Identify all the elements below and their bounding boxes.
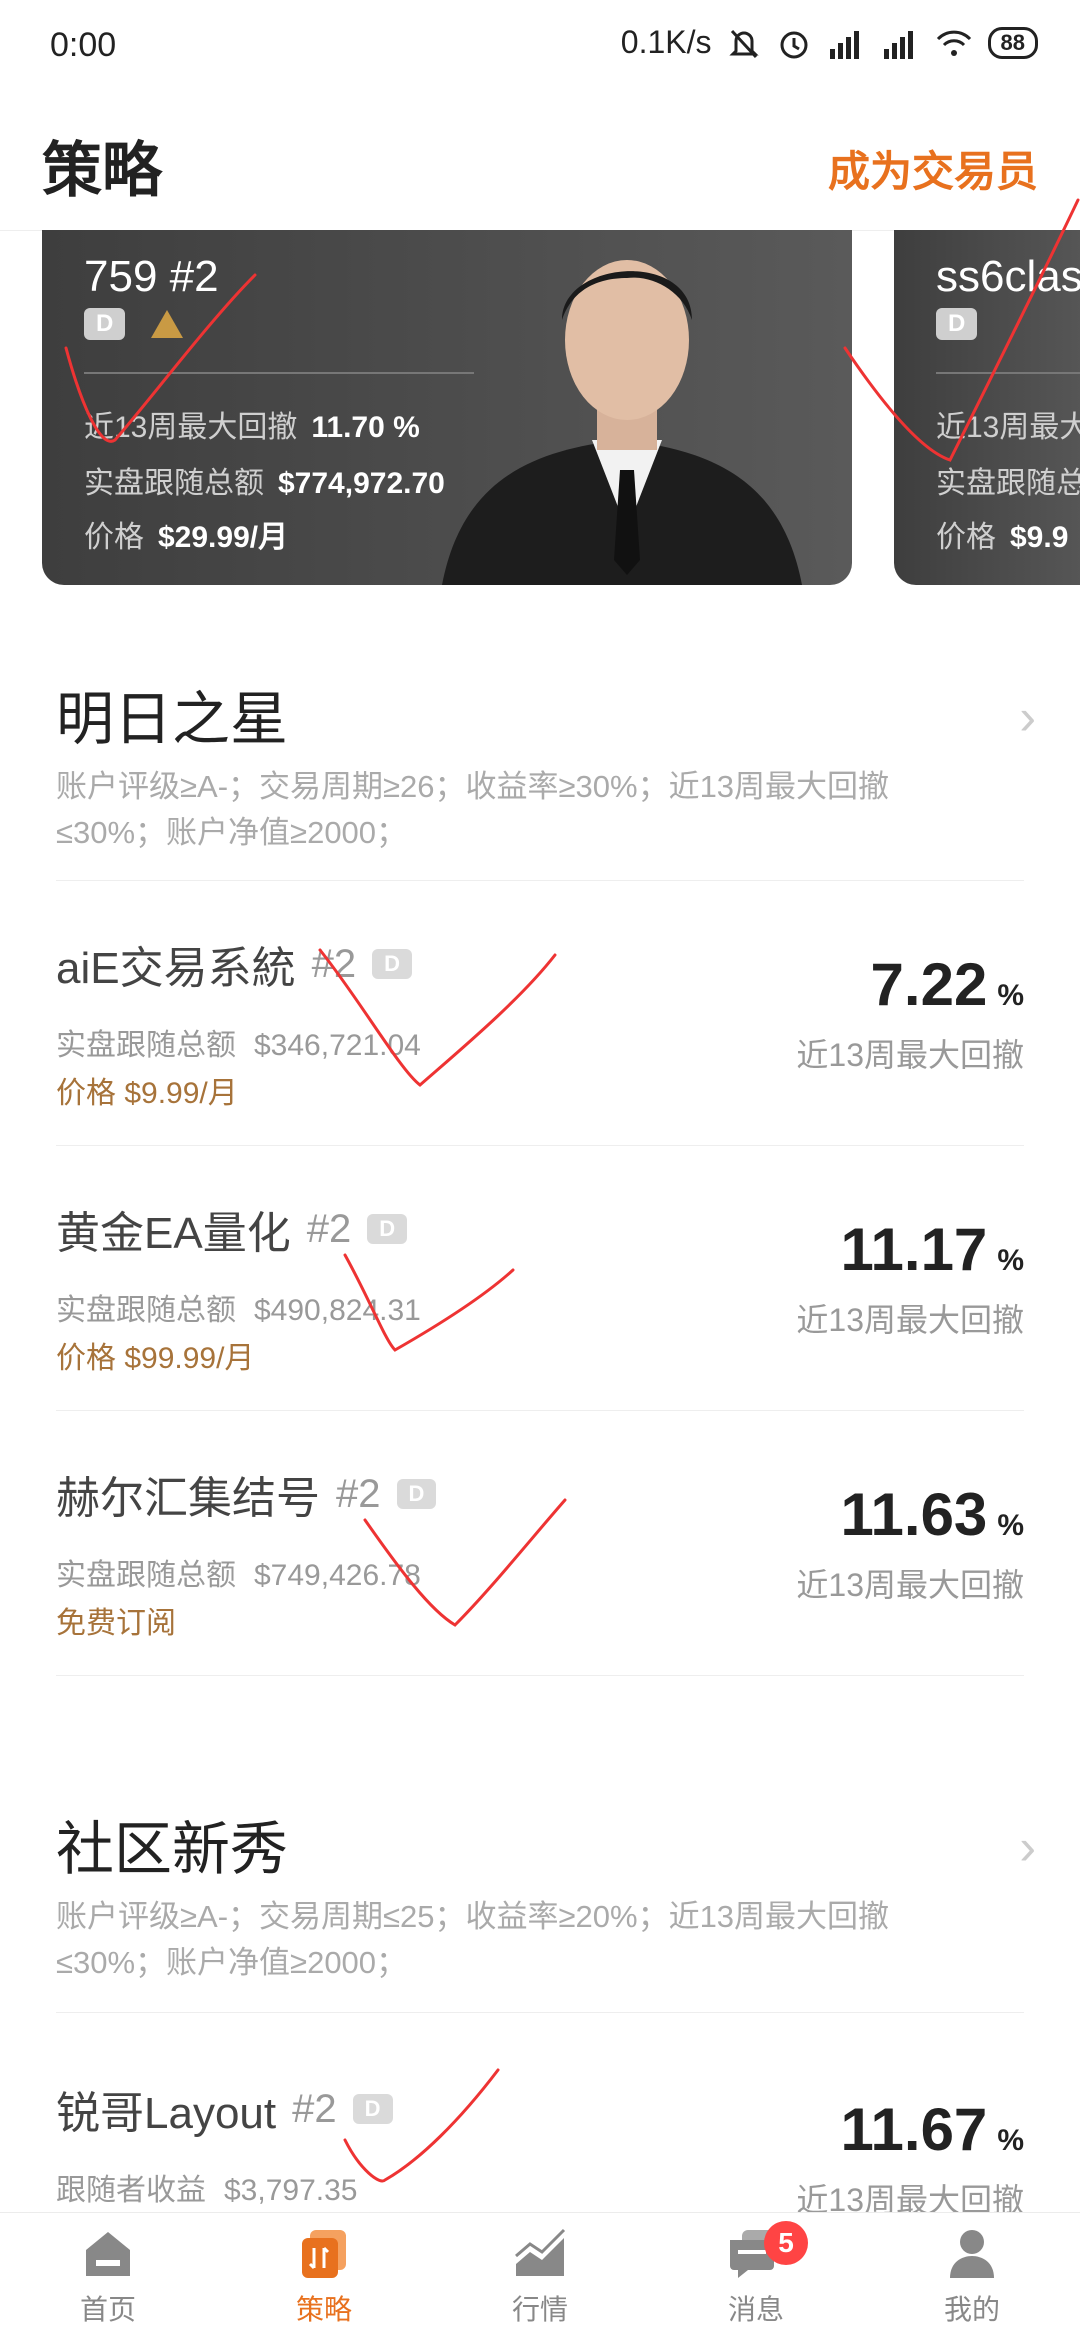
drawdown-label: 近13周最大回撤: [796, 1037, 1024, 1073]
level-badge: D: [84, 308, 126, 340]
follow-amount: 实盘跟随总额 $490,824.31: [56, 1294, 421, 1327]
featured-name: 759 #2: [84, 252, 219, 301]
featured-price: 价格 $9.9: [936, 521, 1069, 554]
drawdown-value: 11.67%: [840, 2096, 1024, 2163]
rank-triangle-icon: [151, 310, 184, 338]
level-badge: D: [372, 949, 412, 979]
strategy-number: #2: [336, 1471, 381, 1516]
section-title: 社区新秀: [56, 1817, 289, 1882]
strategy-name: aiE交易系統: [56, 944, 296, 993]
section-criteria: 账户评级≥A-；交易周期≥26；收益率≥30%；近13周最大回撤 ≤30%；账户…: [56, 769, 890, 850]
network-speed: 0.1K/s: [620, 24, 712, 60]
strategy-number: #2: [306, 1206, 352, 1251]
tab-home[interactable]: 首页: [0, 2213, 216, 2341]
level-badge: D: [396, 1479, 437, 1509]
battery-icon: 88: [987, 26, 1038, 59]
featured-name: ss6clas: [936, 252, 1080, 301]
unread-count-badge: 5: [764, 2221, 808, 2265]
divider: [84, 372, 474, 374]
strategy-row[interactable]: aiE交易系統 #2 D 实盘跟随总额 $346,721.04 价格 $9.99/…: [56, 880, 1024, 1146]
strategy-number: #2: [311, 941, 357, 986]
featured-card-next[interactable]: ss6clas D 近13周最大 实盘跟随总 价格 $9.9: [894, 230, 1080, 585]
page-title: 策略: [42, 137, 162, 204]
tab-strategy[interactable]: 策略: [216, 2213, 432, 2341]
drawdown-label: 近13周最大回撤: [796, 1567, 1024, 1603]
trader-portrait: [442, 260, 802, 585]
drawdown-value: 11.63%: [840, 1481, 1024, 1548]
strategy-row[interactable]: 黄金EA量化 #2 D 实盘跟随总额 $490,824.31 价格 $99.99/…: [56, 1145, 1024, 1411]
wifi-icon: [936, 30, 971, 56]
price: 价格 $99.99/月: [56, 1342, 255, 1375]
status-icons: 0.1K/s 88: [621, 24, 1038, 61]
drawdown-label: 近13周最大回撤: [796, 1302, 1024, 1338]
status-time: 0:00: [50, 26, 117, 64]
featured-card[interactable]: 759 #2 D 近13周最大回撤 11.70 % 实盘跟随总额 $774,972.…: [42, 230, 852, 585]
drawdown-value: 11.17%: [840, 1216, 1024, 1283]
featured-price: 价格 $29.99/月: [84, 521, 289, 554]
follow-amount: 实盘跟随总额 $346,721.04: [56, 1029, 421, 1062]
featured-follow: 实盘跟随总: [936, 467, 1080, 500]
strategy-name: 黄金EA量化: [56, 1209, 291, 1258]
tab-mine[interactable]: 我的: [864, 2213, 1080, 2341]
level-badge: D: [936, 308, 978, 340]
drawdown-value: 7.22%: [870, 951, 1024, 1018]
divider: [56, 2012, 1024, 2013]
tab-messages[interactable]: 消息 5: [648, 2213, 864, 2341]
alarm-icon: [780, 31, 808, 58]
level-badge: D: [352, 2094, 393, 2124]
mute-icon: [728, 29, 759, 58]
signal-hd-icon-2: [883, 30, 913, 59]
become-trader-button[interactable]: 成为交易员: [828, 138, 1038, 199]
follow-amount: 跟随者收益 $3,797.35: [56, 2174, 358, 2207]
bottom-tab-bar: 首页 策略 行情 消息 5 我的: [0, 2212, 1080, 2341]
home-icon: [86, 2232, 130, 2276]
profile-icon: [950, 2230, 994, 2278]
market-chart-icon: [515, 2228, 566, 2276]
featured-drawdown: 近13周最大回撤 11.70 %: [84, 411, 420, 444]
chevron-right-icon[interactable]: ›: [1019, 1818, 1036, 1876]
level-badge: D: [367, 1214, 408, 1244]
tab-market[interactable]: 行情: [432, 2213, 648, 2341]
section-criteria: 账户评级≥A-；交易周期≤25；收益率≥20%；近13周最大回撤 ≤30%；账户…: [56, 1899, 890, 1980]
featured-follow: 实盘跟随总额 $774,972.70: [84, 467, 445, 500]
strategy-icon: [302, 2230, 346, 2278]
price: 免费订阅: [56, 1607, 176, 1640]
strategy-row[interactable]: 赫尔汇集结号 #2 D 实盘跟随总额 $749,426.78 免费订阅 11.63…: [56, 1410, 1024, 1676]
strategy-name: 赫尔汇集结号: [56, 1474, 320, 1523]
strategy-number: #2: [292, 2086, 337, 2131]
section-rising-stars[interactable]: 明日之星 账户评级≥A-；交易周期≥26；收益率≥30%；近13周最大回撤 ≤3…: [56, 672, 1036, 856]
price: 价格 $9.99/月: [56, 1077, 238, 1110]
app-header: 策略 成为交易员: [0, 100, 1080, 231]
section-title: 明日之星: [56, 687, 289, 752]
section-newcomers[interactable]: 社区新秀 账户评级≥A-；交易周期≤25；收益率≥20%；近13周最大回撤 ≤3…: [56, 1802, 1036, 1986]
featured-drawdown: 近13周最大: [936, 411, 1080, 444]
follow-amount: 实盘跟随总额 $749,426.78: [56, 1559, 421, 1592]
featured-carousel[interactable]: 759 #2 D 近13周最大回撤 11.70 % 实盘跟随总额 $774,972.…: [0, 230, 1080, 590]
status-bar: 0:00 0.1K/s 88: [0, 0, 1080, 96]
strategy-name: 锐哥Layout: [56, 2089, 277, 2138]
divider: [936, 372, 1080, 374]
signal-hd-icon: [829, 30, 859, 59]
chevron-right-icon[interactable]: ›: [1019, 688, 1036, 746]
